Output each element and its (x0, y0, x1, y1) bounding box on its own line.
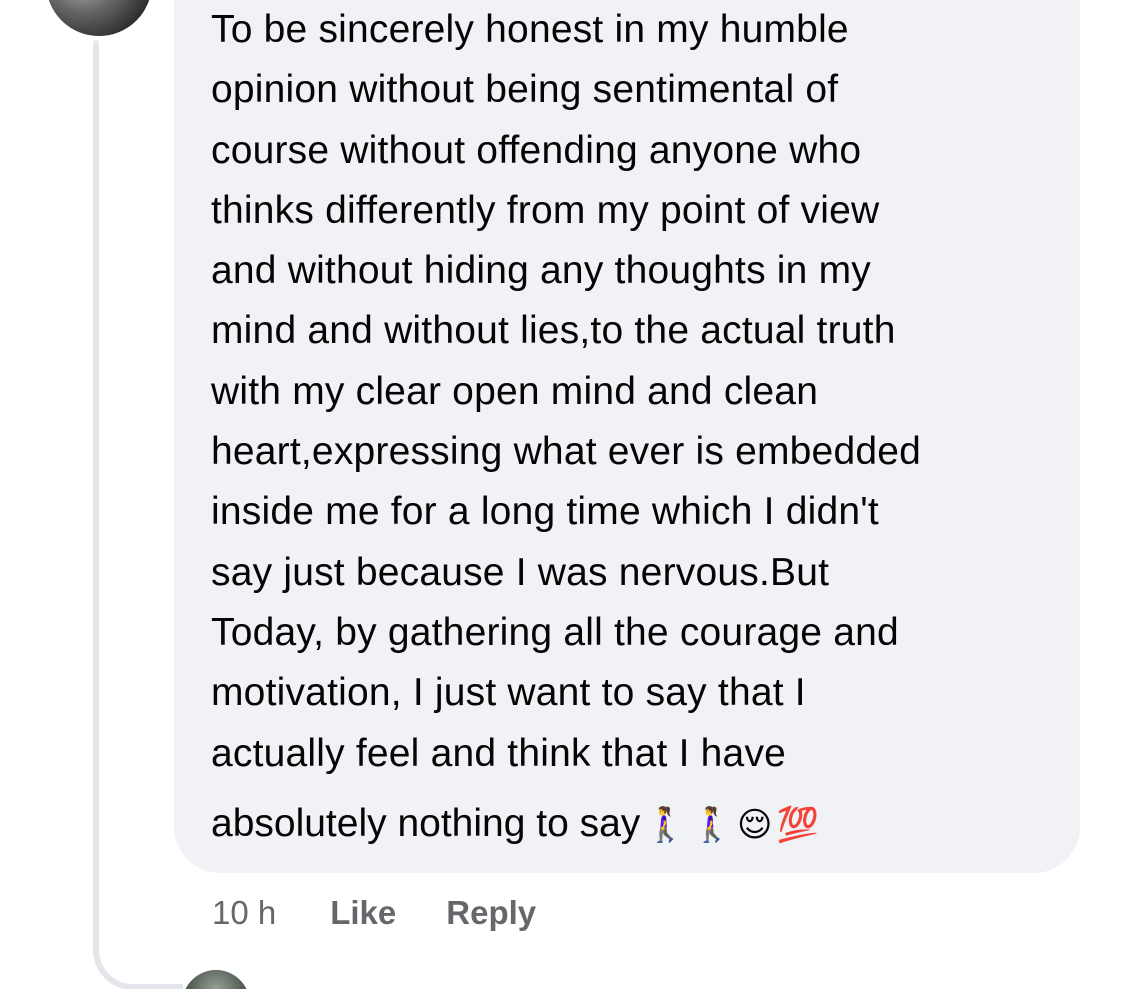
comment-line: mind and without lies,to the actual trut… (211, 309, 896, 353)
comment-line: opinion without being sentimental of (211, 68, 839, 112)
comment-line: To be sincerely honest in my humble (211, 8, 849, 51)
woman-walking-emoji-icon: 🚶‍♀️ (644, 806, 687, 844)
comment-body: To be sincerely honest in my humble opin… (211, 0, 1061, 784)
comment-line: inside me for a long time which I didn't (211, 490, 879, 534)
comment-line: heart,expressing what ever is embedded (211, 430, 921, 474)
thread-connector-line (93, 40, 99, 950)
comment-line: course without offending anyone who (211, 128, 862, 172)
comment-line: actually feel and think that I have (211, 731, 787, 775)
comment-line: Today, by gathering all the courage and (211, 610, 899, 654)
comment-line: with my clear open mind and clean (211, 369, 819, 413)
comment-line: absolutely nothing to say (211, 802, 641, 845)
comment-line: and without hiding any thoughts in my (211, 249, 871, 293)
comment-line: motivation, I just want to say that I (211, 671, 806, 715)
comment-last-line: absolutely nothing to say 🚶‍♀️ 🚶‍♀️ 😌 💯 (211, 794, 819, 855)
comment-timestamp[interactable]: 10 h (212, 890, 276, 936)
comment-line: say just because I was nervous.But (211, 550, 830, 594)
thread-connector-curve (93, 900, 183, 989)
like-button[interactable]: Like (330, 890, 396, 936)
woman-walking-emoji-icon: 🚶‍♀️ (690, 806, 733, 844)
reply-button[interactable]: Reply (446, 890, 536, 936)
comment-thread: To be sincerely honest in my humble opin… (0, 0, 1125, 989)
hundred-points-emoji-icon: 💯 (776, 806, 819, 844)
relieved-face-emoji-icon: 😌 (736, 806, 773, 844)
commenter-avatar[interactable] (46, 0, 152, 36)
comment-actions: 10 h Like Reply (212, 890, 536, 936)
comment-line: thinks differently from my point of view (211, 188, 880, 232)
reply-avatar[interactable] (182, 970, 250, 989)
